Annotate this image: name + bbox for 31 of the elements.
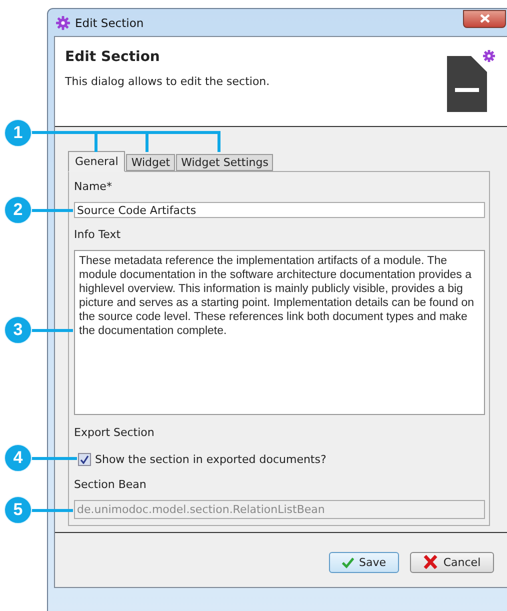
- dialog-heading: Edit Section: [65, 49, 161, 65]
- callout-number: 1: [4, 119, 32, 147]
- field-label: Info Text: [74, 227, 122, 243]
- field-label: Export Section: [74, 425, 156, 441]
- leader-line: [30, 329, 73, 332]
- tab[interactable]: General: [68, 151, 126, 172]
- save-button[interactable]: Save: [329, 552, 399, 572]
- checkbox[interactable]: [78, 452, 91, 466]
- callout-number: 5: [4, 496, 32, 524]
- gear-icon: [56, 16, 70, 30]
- callout-number: 3: [4, 316, 32, 344]
- leader-line: [30, 509, 73, 512]
- document-gear-icon: [447, 50, 495, 112]
- field-label: Name*: [74, 179, 113, 195]
- info-text-area[interactable]: These metadata reference the implementation artifacts of a module. The module documentation in the software architecture documentation provides a highlevel overview. This information is mainly publicly visible, provides a big picture and serves as a starting point. Implementation details can be found on the source code level. These references link both document types and make the documentation complete.: [74, 250, 485, 415]
- field-label: Section Bean: [74, 477, 148, 493]
- dialog-description: This dialog allows to edit the section.: [65, 75, 270, 88]
- close-icon: [480, 14, 490, 23]
- window-title: Edit Section: [75, 16, 144, 30]
- name-field[interactable]: Source Code Artifacts: [74, 202, 485, 218]
- tab[interactable]: Widget: [126, 154, 176, 171]
- callout-number: 4: [4, 444, 32, 472]
- close-icon: [423, 555, 438, 569]
- cancel-button[interactable]: Cancel: [410, 552, 494, 572]
- leader-line: [30, 457, 77, 460]
- close-button[interactable]: [463, 10, 506, 28]
- checkmark-icon: [342, 556, 354, 568]
- callout-number: 2: [4, 196, 32, 224]
- tab[interactable]: Widget Settings: [176, 154, 274, 171]
- checkbox-label: Show the section in exported documents?: [95, 452, 326, 466]
- leader-line: [30, 209, 73, 212]
